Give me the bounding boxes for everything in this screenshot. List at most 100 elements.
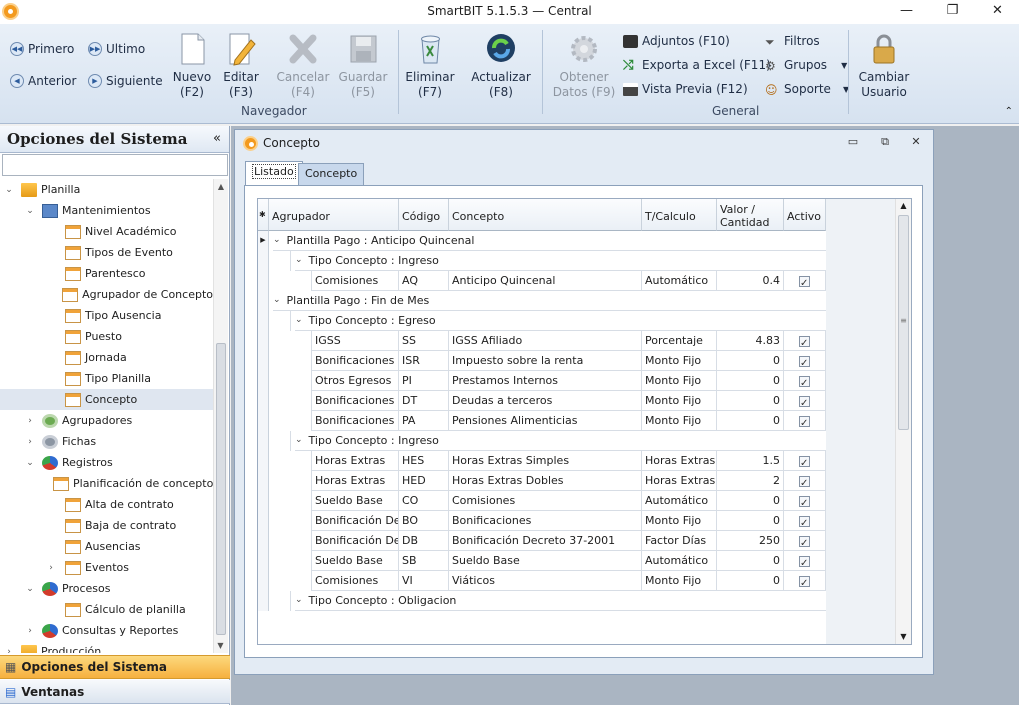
tree-item[interactable]: Tipo Planilla — [0, 368, 213, 389]
table-cell[interactable]: Anticipo Quincenal — [449, 271, 642, 291]
active-checkbox[interactable] — [799, 374, 810, 390]
scroll-thumb[interactable] — [216, 343, 226, 635]
tab-listado[interactable]: Listado — [245, 161, 303, 186]
chevron-down-icon[interactable]: ⌄ — [273, 231, 281, 250]
scroll-down-icon[interactable]: ▼ — [896, 630, 911, 644]
table-row[interactable]: Comisiones VI Viáticos Monto Fijo 0 — [258, 571, 826, 591]
tree-search-input[interactable] — [2, 154, 228, 176]
active-cell[interactable] — [784, 391, 826, 411]
active-checkbox[interactable] — [799, 414, 810, 430]
child-close-button[interactable]: ✕ — [905, 135, 927, 148]
tree-item[interactable]: Cálculo de planilla — [0, 599, 213, 620]
table-cell[interactable]: 0 — [717, 411, 784, 431]
tree-item[interactable]: ⌄ Procesos — [0, 578, 213, 599]
table-cell[interactable]: 0.4 — [717, 271, 784, 291]
tree-item[interactable]: Puesto — [0, 326, 213, 347]
minimize-button[interactable]: — — [884, 0, 929, 24]
active-checkbox[interactable] — [799, 494, 810, 510]
table-cell[interactable]: 1.5 — [717, 451, 784, 471]
table-cell[interactable]: Horas Extras Simples — [449, 451, 642, 471]
chevron-down-icon[interactable]: ⌄ — [295, 251, 303, 270]
attachments-button[interactable]: Adjuntos (F10) — [623, 34, 730, 48]
groups-dropdown[interactable]: ⚙ Grupos ▼ — [765, 58, 847, 73]
collapse-panel-button[interactable]: « — [213, 131, 221, 146]
active-checkbox[interactable] — [799, 574, 810, 590]
active-cell[interactable] — [784, 511, 826, 531]
active-checkbox[interactable] — [799, 534, 810, 550]
active-checkbox[interactable] — [799, 334, 810, 350]
active-cell[interactable] — [784, 491, 826, 511]
table-cell[interactable]: Monto Fijo — [642, 411, 717, 431]
group-row-type[interactable]: ⌄ Tipo Concepto : Ingreso — [295, 251, 826, 271]
table-cell[interactable]: Sueldo Base — [312, 491, 399, 511]
table-cell[interactable]: Comisiones — [312, 271, 399, 291]
chevron-down-icon[interactable]: ⌄ — [24, 206, 36, 216]
table-cell[interactable]: Monto Fijo — [642, 571, 717, 591]
tree-item[interactable]: Jornada — [0, 347, 213, 368]
chevron-right-icon[interactable]: › — [3, 647, 15, 654]
active-checkbox[interactable] — [799, 554, 810, 570]
filters-button[interactable]: ⏷ Filtros — [765, 34, 820, 49]
active-cell[interactable] — [784, 531, 826, 551]
scroll-up-icon[interactable]: ▲ — [896, 199, 911, 213]
table-row[interactable]: Bonificaciones ISR Impuesto sobre la renta… — [258, 351, 826, 371]
table-cell[interactable]: AQ — [399, 271, 449, 291]
table-cell[interactable]: Horas Extras — [642, 451, 717, 471]
chevron-down-icon[interactable]: ⌄ — [24, 458, 36, 468]
table-cell[interactable]: Horas Extras — [312, 451, 399, 471]
tree-item[interactable]: Ausencias — [0, 536, 213, 557]
table-row[interactable]: Bonificaciones DT Deudas a terceros Monto F… — [258, 391, 826, 411]
tree-item[interactable]: ⌄ Mantenimientos — [0, 200, 213, 221]
table-cell[interactable]: 250 — [717, 531, 784, 551]
tab-concepto[interactable]: Concepto — [298, 163, 365, 185]
windows-nav-button[interactable]: ▤ Ventanas — [0, 680, 230, 704]
active-cell[interactable] — [784, 551, 826, 571]
table-cell[interactable]: Automático — [642, 491, 717, 511]
table-cell[interactable]: PA — [399, 411, 449, 431]
tree-scrollbar[interactable]: ▲ ▼ — [213, 179, 228, 653]
table-cell[interactable]: Bonificación Decreto — [312, 531, 399, 551]
active-checkbox[interactable] — [799, 394, 810, 410]
tree-item[interactable]: › Agrupadores — [0, 410, 213, 431]
table-row[interactable]: Sueldo Base CO Comisiones Automático 0 — [258, 491, 826, 511]
group-row-template[interactable]: ⌄ Plantilla Pago : Anticipo Quincenal — [273, 231, 826, 251]
table-cell[interactable]: Prestamos Internos — [449, 371, 642, 391]
table-cell[interactable]: Bonificación Decreto — [312, 511, 399, 531]
new-button[interactable]: Nuevo (F2) — [170, 32, 214, 100]
group-row-type[interactable]: ⌄ Tipo Concepto : Egreso — [295, 311, 826, 331]
tree-item[interactable]: ⌄ Registros — [0, 452, 213, 473]
table-cell[interactable]: Monto Fijo — [642, 371, 717, 391]
table-cell[interactable]: 0 — [717, 551, 784, 571]
active-checkbox[interactable] — [799, 514, 810, 530]
table-cell[interactable]: CO — [399, 491, 449, 511]
column-header[interactable]: T/Calculo — [642, 199, 717, 231]
table-row[interactable]: IGSS SS IGSS Afiliado Porcentaje 4.83 — [258, 331, 826, 351]
table-row[interactable]: Sueldo Base SB Sueldo Base Automático 0 — [258, 551, 826, 571]
table-cell[interactable]: Horas Extras — [312, 471, 399, 491]
active-checkbox[interactable] — [799, 274, 810, 290]
table-cell[interactable]: HED — [399, 471, 449, 491]
table-row[interactable]: Bonificaciones PA Pensiones Alimenticias Mo… — [258, 411, 826, 431]
table-cell[interactable]: Sueldo Base — [312, 551, 399, 571]
row-indicator[interactable] — [258, 251, 269, 271]
tree-item[interactable]: ⌄ Planilla — [0, 179, 213, 200]
grid-scrollbar[interactable]: ▲ ≡ ▼ — [895, 199, 911, 644]
active-cell[interactable] — [784, 471, 826, 491]
chevron-right-icon[interactable]: › — [45, 563, 57, 573]
table-row[interactable]: Bonificación DecretoDBBonificación Decre… — [258, 531, 826, 551]
child-restore-button[interactable]: ⧉ — [874, 135, 896, 149]
active-cell[interactable] — [784, 371, 826, 391]
table-cell[interactable]: Bonificación Decreto 37-2001 — [449, 531, 642, 551]
table-cell[interactable]: Impuesto sobre la renta — [449, 351, 642, 371]
active-cell[interactable] — [784, 351, 826, 371]
table-cell[interactable]: Otros Egresos — [312, 371, 399, 391]
cancel-button[interactable]: Cancelar (F4) — [276, 32, 330, 100]
chevron-down-icon[interactable]: ⌄ — [295, 311, 303, 330]
tree-item[interactable]: Parentesco — [0, 263, 213, 284]
table-cell[interactable]: BO — [399, 511, 449, 531]
row-indicator[interactable] — [258, 311, 269, 331]
tree-item[interactable]: › Producción — [0, 641, 213, 653]
active-checkbox[interactable] — [799, 474, 810, 490]
tree-item[interactable]: › Eventos — [0, 557, 213, 578]
group-row-template[interactable]: ⌄ Plantilla Pago : Fin de Mes — [273, 291, 826, 311]
